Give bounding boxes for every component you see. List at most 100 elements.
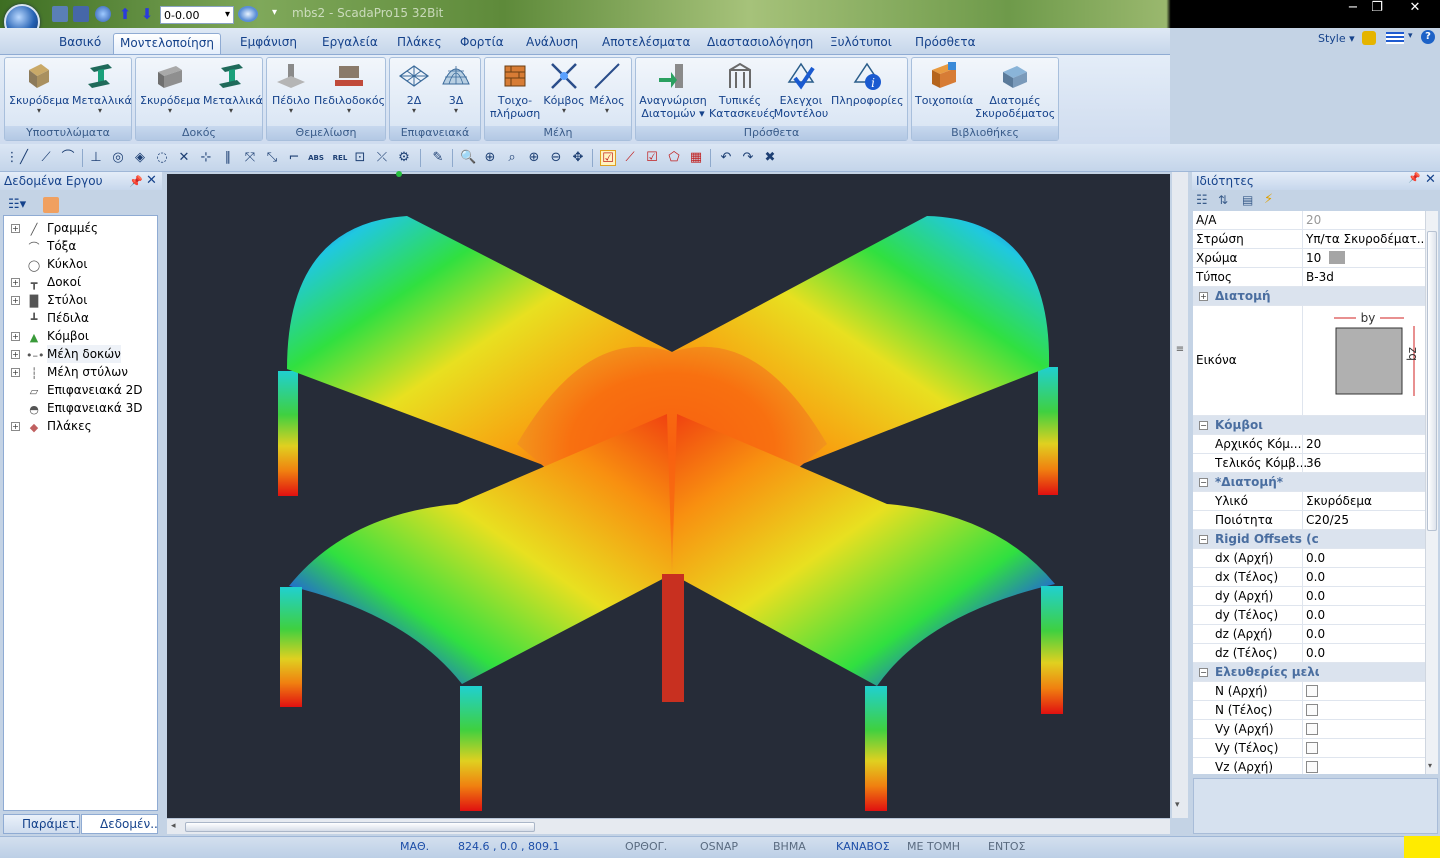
tab-view[interactable]: Εμφάνιση [234,33,303,54]
check-polygon-icon[interactable]: ⬠ [666,150,682,166]
tab-formwork[interactable]: Ξυλότυποι [824,33,898,54]
save-icon[interactable] [73,6,89,22]
tree-item-circles[interactable]: ◯ Κύκλοι [4,255,154,273]
tree-item-nodes[interactable]: + ▲ Κόμβοι [4,327,154,345]
checkbox[interactable] [1306,685,1318,697]
status-math[interactable]: ΜΑΘ. [400,840,429,853]
prop-row-quality[interactable]: Ποιότητα C20/25 [1193,511,1425,530]
prop-category-rigid-offsets[interactable]: −Rigid Offsets (cm) [1193,530,1425,549]
tab-parameters[interactable]: Παράμετ... [3,814,80,834]
prop-row-type[interactable]: Τύπος B-3d [1193,268,1425,287]
panel-close-icon[interactable]: ✕ [146,173,157,188]
prop-row-vz-start[interactable]: Vz (Αρχή) [1193,758,1425,774]
midpoint-icon[interactable]: ⊹ [198,150,214,166]
qat-customize-icon[interactable]: ▾ [272,7,277,18]
extension-icon[interactable]: ⤧ [242,150,258,166]
refresh-icon[interactable] [43,197,59,213]
zoom-extents-icon[interactable]: ⊕ [526,150,542,166]
checkbox[interactable] [1306,761,1318,773]
zoom-in-icon[interactable]: ⊕ [482,150,498,166]
tree-item-column-members[interactable]: + ┆ Μέλη στύλων [4,363,154,381]
greek-flag-icon[interactable] [1386,32,1404,44]
prop-row-n-end[interactable]: N (Τέλος) [1193,701,1425,720]
node-button[interactable]: Κόμβος ▾ [542,60,586,115]
concrete-column-button[interactable]: Σκυρόδεμα ▾ [9,60,69,115]
prop-value[interactable]: 10 [1302,249,1424,267]
check-box-icon[interactable]: ☑ [644,150,660,166]
prop-value[interactable]: 0.0 [1302,644,1424,662]
prop-row-dz-start[interactable]: dz (Αρχή) 0.0 [1193,625,1425,644]
typical-structures-button[interactable]: Τυπικές Κατασκευές [709,60,776,120]
check-mode-icon[interactable]: ☑ [600,150,616,166]
tab-loads[interactable]: Φορτία [454,33,510,54]
status-within[interactable]: ΕΝΤΟΣ [988,840,1026,853]
prop-row-dy-start[interactable]: dy (Αρχή) 0.0 [1193,587,1425,606]
eye-icon[interactable] [238,6,258,22]
tree-item-footings[interactable]: ┻ Πέδιλα [4,309,154,327]
tab-data[interactable]: Δεδομέν... [81,814,158,834]
tree-item-surfaces-3d[interactable]: ◓ Επιφανειακά 3D [4,399,154,417]
concrete-beam-button[interactable]: Σκυρόδεμα ▾ [140,60,200,115]
expand-icon[interactable]: + [11,368,20,377]
info-button[interactable]: i Πληροφορίες [831,60,904,107]
polyline-tool-icon[interactable]: ⟋ [38,150,54,166]
status-intersect[interactable]: ΜΕ ΤΟΜΗ [907,840,960,853]
style-menu[interactable]: Style ▾ [1318,32,1355,45]
prop-row-color[interactable]: Χρώμα 10 [1193,249,1425,268]
prop-row-image[interactable]: Εικόνα by bz [1193,306,1425,416]
print-icon[interactable] [52,6,68,22]
snap-settings-icon[interactable]: ⚙ [396,150,412,166]
globe-icon[interactable] [95,6,111,22]
zoom-out-icon[interactable]: ⊖ [548,150,564,166]
tab-basic[interactable]: Βασικό [53,33,107,54]
prop-row-dx-start[interactable]: dx (Αρχή) 0.0 [1193,549,1425,568]
close-button[interactable]: ✕ [1398,0,1432,18]
collapse-icon[interactable]: − [1199,535,1208,544]
sort-alpha-icon[interactable]: ⇅ [1218,193,1228,207]
scroll-left-icon[interactable]: ◂ [171,821,176,831]
section-recognition-button[interactable]: Αναγνώριση Διατομών ▾ [639,60,707,120]
status-step[interactable]: ΒΗΜΑ [773,840,806,853]
tab-modeling[interactable]: Μοντελοποίηση [113,33,221,54]
flag-dropdown-icon[interactable]: ▾ [1408,31,1413,41]
prop-category-releases[interactable]: −Ελευθερίες μελών [1193,663,1425,682]
prop-row-dx-end[interactable]: dx (Τέλος) 0.0 [1193,568,1425,587]
tree-item-columns[interactable]: + █ Στύλοι [4,291,154,309]
tree-view-icon[interactable]: ☷▾ [8,197,26,213]
infill-wall-button[interactable]: Τοιχο-πλήρωση [490,60,540,120]
line-tool-icon[interactable]: ╱ [16,150,32,166]
status-ortho[interactable]: ΟΡΘΟΓ. [625,840,667,853]
arc-line-tool-icon[interactable]: ⌒ [60,150,76,166]
model-viewport[interactable] [167,174,1170,818]
arrow-down-icon[interactable]: ⬇ [139,6,155,22]
prop-row-id[interactable]: Α/Α 20 [1193,211,1425,230]
redo-icon[interactable]: ↷ [740,150,756,166]
tab-design[interactable]: Διαστασιολόγηση [701,33,819,54]
property-pages-icon[interactable]: ▤ [1242,193,1253,207]
categorized-icon[interactable]: ☷ [1196,193,1208,208]
surface-2d-button[interactable]: 2Δ ▾ [396,60,432,115]
quadrant-icon[interactable]: ◈ [132,150,148,166]
scroll-down-icon[interactable]: ▾ [1175,800,1180,810]
pan-icon[interactable]: ✥ [570,150,586,166]
check-line-icon[interactable]: ⟋ [622,150,638,166]
prop-value[interactable]: 0.0 [1302,625,1424,643]
pin-icon[interactable]: 📌 [129,175,143,188]
snap-box-icon[interactable]: ⊡ [352,150,368,166]
perpendicular-icon[interactable]: ⊥ [88,150,104,166]
prop-value[interactable]: 0.0 [1302,606,1424,624]
undo-icon[interactable]: ↶ [718,150,734,166]
pick-icon[interactable]: ✎ [430,150,446,166]
checkbox[interactable] [1306,723,1318,735]
viewport-vertical-scrollbar[interactable]: ≡ ▾ [1172,172,1188,818]
lock-icon[interactable] [1362,31,1376,45]
expand-icon[interactable]: + [11,350,20,359]
tree-item-beams[interactable]: + ┳ Δοκοί [4,273,154,291]
collapse-icon[interactable]: − [1199,421,1208,430]
surface-3d-button[interactable]: 3Δ ▾ [438,60,474,115]
prop-category-section[interactable]: + Διατομή [1193,287,1425,306]
prop-category-nodes[interactable]: − Κόμβοι [1193,416,1425,435]
scroll-grip-icon[interactable]: ≡ [1174,344,1186,355]
tree-item-beam-members[interactable]: + •–• Μέλη δοκών [4,345,154,363]
prop-row-layer[interactable]: Στρώση Υπ/τα Σκυροδέματ... [1193,230,1425,249]
